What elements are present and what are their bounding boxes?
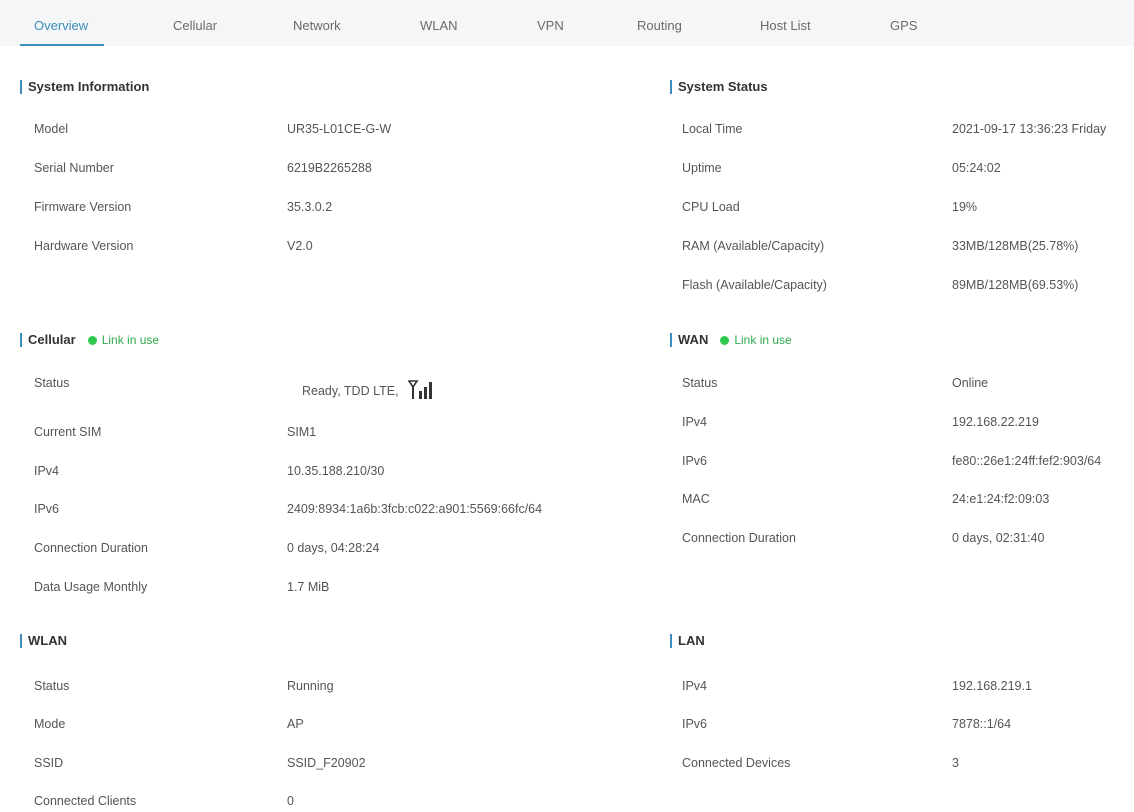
lan-header: LAN [670,632,705,650]
system-information-title: System Information [28,79,150,94]
section-accent-bar [670,333,672,347]
connected-devices-value: 3 [952,756,959,770]
wan-title: WAN [678,332,709,347]
tab-overview[interactable]: Overview [34,0,88,46]
wan-header: WAN Link in use [670,331,792,349]
status-dot-icon [720,335,730,345]
wan-status-label: Status [682,376,718,390]
model-label: Model [34,122,69,136]
wlan-mode-label: Mode [34,717,66,731]
wan-link-status-badge: Link in use [720,331,792,349]
data-usage-monthly-value: 1.7 MiB [287,580,330,594]
section-accent-bar [20,80,22,94]
tab-wlan[interactable]: WLAN [420,0,458,46]
cellular-status-value-wrap: Ready, TDD LTE, [302,380,438,399]
cellular-badge-label: Link in use [101,333,160,347]
cellular-ipv4-label: IPv4 [34,464,60,478]
signal-strength-icon [408,380,433,399]
section-accent-bar [670,80,672,94]
serial-number-value: 6219B2265288 [287,161,372,175]
flash-value: 89MB/128MB(69.53%) [952,278,1079,292]
wan-ipv6-value: fe80::26e1:24ff:fef2:903/64 [952,454,1102,468]
wan-connection-duration-label: Connection Duration [682,531,796,545]
wlan-title: WLAN [28,633,67,648]
current-sim-label: Current SIM [34,425,102,439]
wlan-header: WLAN [20,632,67,650]
cpu-load-label: CPU Load [682,200,740,214]
wlan-status-value: Running [287,679,334,693]
firmware-version-label: Firmware Version [34,200,132,214]
connected-clients-value: 0 [287,794,294,808]
model-value: UR35-L01CE-G-W [287,122,392,136]
serial-number-label: Serial Number [34,161,114,175]
hardware-version-label: Hardware Version [34,239,134,253]
connected-devices-label: Connected Devices [682,756,791,770]
wan-connection-duration-value: 0 days, 02:31:40 [952,531,1045,545]
uptime-label: Uptime [682,161,722,175]
lan-ipv4-value: 192.168.219.1 [952,679,1032,693]
wan-badge-label: Link in use [734,333,792,347]
wan-ipv4-label: IPv4 [682,415,708,429]
active-tab-indicator [20,44,104,46]
local-time-value: 2021-09-17 13:36:23 Friday [952,122,1107,136]
current-sim-value: SIM1 [287,425,317,439]
cellular-ipv4-value: 10.35.188.210/30 [287,464,385,478]
wan-ipv6-label: IPv6 [682,454,708,468]
wlan-status-label: Status [34,679,70,693]
lan-ipv6-label: IPv6 [682,717,708,731]
local-time-label: Local Time [682,122,743,136]
tab-vpn[interactable]: VPN [537,0,564,46]
system-status-title: System Status [678,79,768,94]
connected-clients-label: Connected Clients [34,794,137,808]
wlan-ssid-value: SSID_F20902 [287,756,366,770]
cellular-ipv6-label: IPv6 [34,502,60,516]
hardware-version-value: V2.0 [287,239,313,253]
cellular-ipv6-value: 2409:8934:1a6b:3fcb:c022:a901:5569:66fc/… [287,502,543,516]
cellular-title: Cellular [28,332,76,347]
firmware-version-value: 35.3.0.2 [287,200,333,214]
flash-label: Flash (Available/Capacity) [682,278,827,292]
cellular-link-status-badge: Link in use [87,331,160,349]
ram-value: 33MB/128MB(25.78%) [952,239,1079,253]
cpu-load-value: 19% [952,200,978,214]
section-accent-bar [20,634,22,648]
wan-status-value: Online [952,376,989,390]
wlan-ssid-label: SSID [34,756,64,770]
tab-host-list[interactable]: Host List [760,0,811,46]
wan-ipv4-value: 192.168.22.219 [952,415,1039,429]
lan-ipv4-label: IPv4 [682,679,708,693]
data-usage-monthly-label: Data Usage Monthly [34,580,148,594]
system-status-header: System Status [670,78,768,96]
lan-title: LAN [678,633,705,648]
tab-routing[interactable]: Routing [637,0,682,46]
tab-bar: Overview Cellular Network WLAN VPN Routi… [0,0,1134,46]
ram-label: RAM (Available/Capacity) [682,239,825,253]
uptime-value: 05:24:02 [952,161,1001,175]
section-accent-bar [20,333,22,347]
cellular-connection-duration-value: 0 days, 04:28:24 [287,541,380,555]
tab-network[interactable]: Network [293,0,341,46]
wan-mac-value: 24:e1:24:f2:09:03 [952,492,1050,506]
system-information-header: System Information [20,78,149,96]
wan-mac-label: MAC [682,492,710,506]
cellular-connection-duration-label: Connection Duration [34,541,148,555]
lan-ipv6-value: 7878::1/64 [952,717,1012,731]
section-accent-bar [670,634,672,648]
wlan-mode-value: AP [287,717,304,731]
tab-cellular[interactable]: Cellular [173,0,217,46]
cellular-status-label: Status [34,376,70,390]
status-dot-icon [87,335,97,345]
cellular-header: Cellular Link in use [20,331,159,349]
cellular-status-value: Ready, TDD LTE, [302,384,399,398]
tab-gps[interactable]: GPS [890,0,917,46]
